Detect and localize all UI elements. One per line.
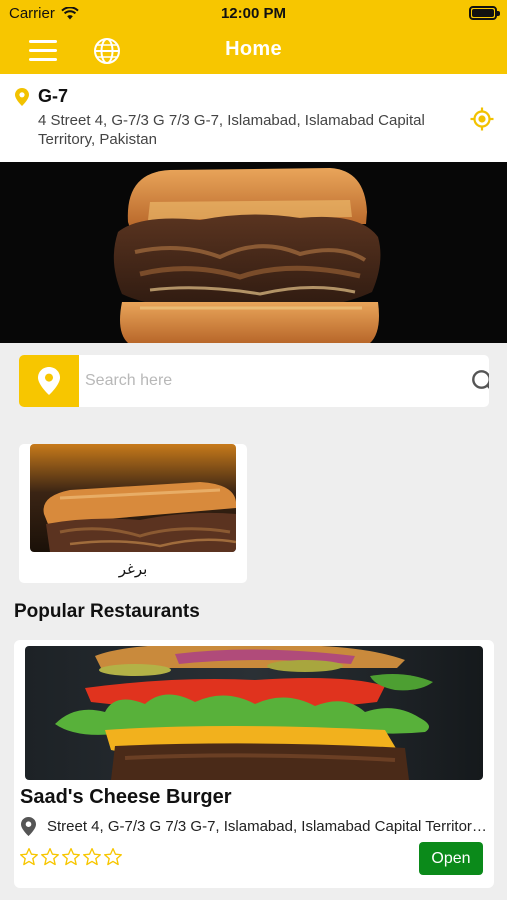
location-pin-icon xyxy=(15,88,29,106)
star-icon[interactable] xyxy=(82,847,102,867)
search-input[interactable] xyxy=(85,365,435,397)
burger-category-image xyxy=(30,444,236,552)
top-bar: Carrier 12:00 PM Home xyxy=(0,0,507,74)
restaurant-card[interactable]: Saad's Cheese Burger Street 4, G-7/3 G 7… xyxy=(14,640,494,888)
star-icon[interactable] xyxy=(40,847,60,867)
open-status-badge[interactable]: Open xyxy=(419,842,483,875)
address-line: 4 Street 4, G-7/3 G 7/3 G-7, Islamabad, … xyxy=(38,112,425,148)
map-pin-icon xyxy=(38,367,60,395)
location-pin-icon xyxy=(21,817,36,836)
search-icon[interactable] xyxy=(471,369,489,395)
rating-stars xyxy=(19,847,123,867)
delivery-address[interactable]: G-7 4 Street 4, G-7/3 G 7/3 G-7, Islamab… xyxy=(0,74,507,162)
section-title-popular: Popular Restaurants xyxy=(14,601,200,622)
search-location-button[interactable] xyxy=(19,355,79,407)
category-card-burger[interactable]: برغر xyxy=(19,444,247,583)
star-icon[interactable] xyxy=(19,847,39,867)
category-image xyxy=(30,444,236,552)
star-icon[interactable] xyxy=(61,847,81,867)
star-icon[interactable] xyxy=(103,847,123,867)
address-title: G-7 xyxy=(38,86,69,106)
status-bar: Carrier 12:00 PM xyxy=(0,0,507,28)
restaurant-name: Saad's Cheese Burger xyxy=(20,786,232,808)
page-title: Home xyxy=(225,38,282,60)
hero-banner xyxy=(0,162,507,343)
category-label: برغر xyxy=(118,560,148,578)
current-location-icon[interactable] xyxy=(470,107,494,131)
cheese-burger-image xyxy=(25,646,483,780)
restaurant-address: Street 4, G-7/3 G 7/3 G-7, Islamabad, Is… xyxy=(47,818,489,835)
battery-icon xyxy=(469,6,500,20)
restaurant-image xyxy=(25,646,483,780)
search-bar xyxy=(19,355,489,407)
sandwich-banner-image xyxy=(0,162,507,343)
app-header: Home xyxy=(0,28,507,74)
status-time: 12:00 PM xyxy=(220,5,287,22)
